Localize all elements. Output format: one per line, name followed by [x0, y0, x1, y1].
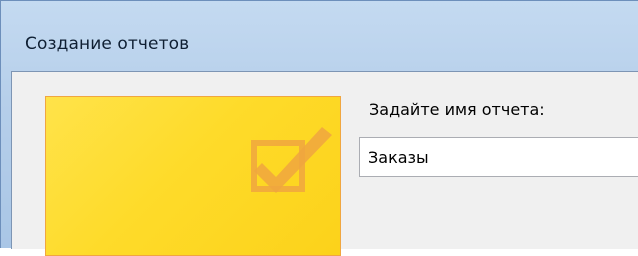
checkbox-checked-icon [251, 127, 332, 193]
title-bar[interactable]: Создание отчетов [1, 1, 638, 65]
dialog-window: Создание отчетов Задайте имя отчета: [0, 0, 638, 256]
wizard-banner [45, 96, 341, 256]
window-title: Создание отчетов [25, 34, 190, 54]
report-name-label: Задайте имя отчета: [369, 100, 545, 119]
report-name-input[interactable] [359, 137, 638, 177]
dialog-content: Задайте имя отчета: [11, 71, 638, 256]
